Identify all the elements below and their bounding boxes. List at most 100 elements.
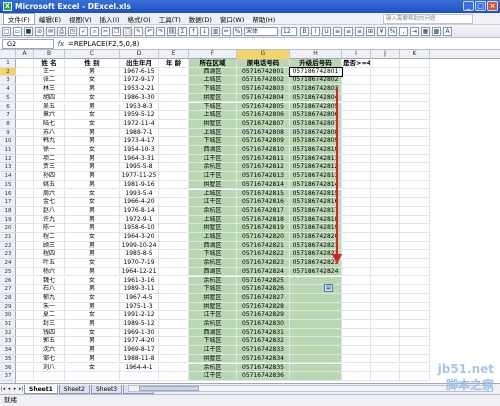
column-header-D[interactable]: D: [120, 50, 159, 59]
cell-I[interactable]: [371, 241, 400, 251]
table-cell[interactable]: 胡四: [34, 93, 65, 103]
cell-empty[interactable]: [400, 59, 430, 68]
table-cell[interactable]: [65, 372, 120, 381]
cell-I[interactable]: [371, 233, 400, 242]
cell-H[interactable]: [342, 172, 371, 181]
print-icon[interactable]: ⎙: [57, 26, 66, 36]
select-all-corner[interactable]: [0, 50, 16, 59]
table-cell[interactable]: 男: [65, 346, 120, 355]
table-cell[interactable]: 王一: [34, 67, 65, 77]
cell-J[interactable]: [400, 189, 430, 199]
row-header-34[interactable]: 34: [0, 346, 16, 355]
cell-A[interactable]: [16, 198, 34, 207]
cell-J[interactable]: [400, 154, 430, 164]
sheet-tab-sheet2[interactable]: Sheet2: [58, 384, 90, 394]
table-cell[interactable]: 拱墅区: [189, 302, 237, 312]
table-cell[interactable]: 男: [65, 67, 120, 77]
cell-A[interactable]: [16, 224, 34, 233]
table-cell[interactable]: [159, 189, 189, 199]
table-cell[interactable]: [159, 180, 189, 190]
table-cell[interactable]: 章六: [34, 111, 65, 120]
permission-icon[interactable]: ⊘: [35, 26, 44, 36]
table-cell[interactable]: 1959-5-12: [120, 111, 159, 120]
table-cell[interactable]: [159, 250, 189, 260]
table-cell[interactable]: 金七: [34, 198, 65, 207]
table-cell[interactable]: 程四: [34, 250, 65, 260]
research-icon[interactable]: ⌕: [90, 26, 99, 36]
row-header-5[interactable]: 5: [0, 94, 16, 103]
cell-H[interactable]: [342, 163, 371, 173]
row-header-18[interactable]: 18: [0, 207, 16, 216]
table-cell[interactable]: 05716742811: [237, 154, 290, 164]
table-cell[interactable]: 1977-11-25: [120, 172, 159, 181]
table-cell[interactable]: [290, 328, 342, 338]
cell-A[interactable]: [16, 293, 34, 303]
cell-H[interactable]: [342, 154, 371, 164]
cell-A[interactable]: [16, 372, 34, 381]
cell-H[interactable]: [342, 93, 371, 103]
header-gender[interactable]: 性 别: [65, 59, 120, 68]
menu-item-4[interactable]: 格式(O): [124, 14, 155, 24]
table-cell[interactable]: 韩九: [34, 137, 65, 146]
column-header-C[interactable]: C: [65, 50, 120, 59]
cell-I[interactable]: [371, 189, 400, 199]
header-name[interactable]: 姓 名: [34, 59, 65, 68]
cell-J[interactable]: [400, 276, 430, 286]
table-cell[interactable]: 沈六: [34, 346, 65, 355]
table-cell[interactable]: 1985-8-5: [120, 250, 159, 260]
name-box[interactable]: G2: [2, 38, 54, 49]
table-cell[interactable]: 05716742820: [237, 233, 290, 242]
cell-J[interactable]: [400, 328, 430, 338]
cell-A[interactable]: [16, 154, 34, 164]
table-cell[interactable]: 05716742819: [237, 224, 290, 233]
header-phone[interactable]: 原电话号码: [237, 59, 290, 68]
table-cell[interactable]: 西湖区: [189, 67, 237, 77]
table-cell[interactable]: 1964-4-1: [120, 363, 159, 373]
menu-item-5[interactable]: 工具(T): [155, 14, 185, 24]
table-cell[interactable]: 江干区: [189, 154, 237, 164]
cell-J[interactable]: [400, 111, 430, 120]
table-cell[interactable]: [159, 111, 189, 120]
table-cell[interactable]: 1972-9-17: [120, 76, 159, 86]
table-cell[interactable]: 魏七: [34, 276, 65, 286]
cell-J[interactable]: [400, 128, 430, 138]
cell-J[interactable]: [400, 93, 430, 103]
table-cell[interactable]: 男: [65, 354, 120, 364]
cell-A[interactable]: [16, 285, 34, 294]
cell-I[interactable]: [371, 67, 400, 77]
row-header-9[interactable]: 9: [0, 129, 16, 138]
column-header-E[interactable]: E: [159, 50, 189, 59]
table-cell[interactable]: [290, 346, 342, 355]
table-cell[interactable]: 女: [65, 233, 120, 242]
table-cell[interactable]: 余杭区: [189, 363, 237, 373]
minimize-button[interactable]: _: [463, 1, 474, 11]
table-cell[interactable]: 男: [65, 224, 120, 233]
table-cell[interactable]: 05716742821: [237, 241, 290, 251]
cell-A[interactable]: [16, 119, 34, 129]
table-cell[interactable]: [159, 337, 189, 347]
cell-H[interactable]: [342, 267, 371, 277]
table-cell[interactable]: [159, 93, 189, 103]
preview-icon[interactable]: ◳: [68, 26, 77, 36]
cell-J[interactable]: [400, 215, 430, 225]
table-cell[interactable]: 05716742828: [237, 302, 290, 312]
row-header-25[interactable]: 25: [0, 268, 16, 277]
table-cell[interactable]: 男: [65, 320, 120, 329]
percent-icon[interactable]: %: [388, 26, 397, 36]
align-right-icon[interactable]: ≡: [355, 26, 364, 36]
cell-I[interactable]: [371, 85, 400, 94]
table-cell[interactable]: 05716742816: [237, 198, 290, 207]
table-cell[interactable]: 女: [65, 311, 120, 320]
table-cell[interactable]: [159, 241, 189, 251]
table-cell[interactable]: 下城区: [189, 137, 237, 146]
cell-A[interactable]: [16, 233, 34, 242]
table-cell[interactable]: 徐一: [34, 146, 65, 155]
cell-I[interactable]: [371, 372, 400, 381]
font-size-select[interactable]: 12: [281, 26, 297, 36]
spreadsheet-grid[interactable]: 姓 名性 别出生年月年 龄所在区域原电话号码升级后号码是否>=40男性王一男19…: [16, 59, 500, 383]
row-header-28[interactable]: 28: [0, 294, 16, 303]
table-cell[interactable]: 下城区: [189, 285, 237, 294]
cell-I[interactable]: [371, 137, 400, 146]
cell-A[interactable]: [16, 354, 34, 364]
table-cell[interactable]: 邹七: [34, 354, 65, 364]
